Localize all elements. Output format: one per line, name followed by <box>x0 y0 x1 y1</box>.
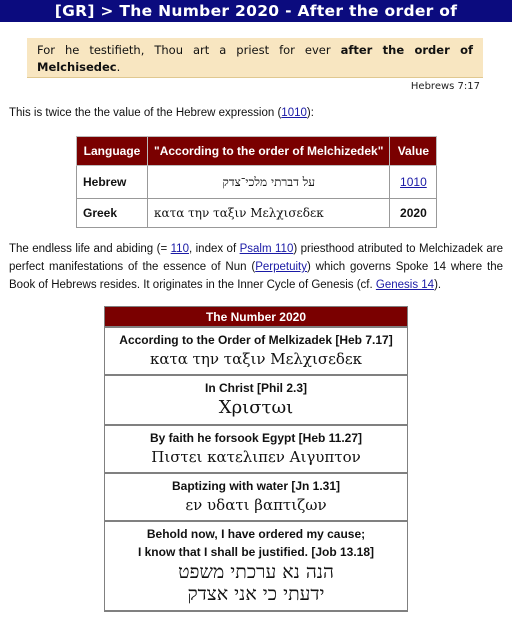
table-row: By faith he forsook Egypt [Heb 11.27] Πι… <box>104 424 408 474</box>
value-cell: 2020 <box>389 198 438 228</box>
table-row: In Christ [Phil 2.3] Χριστωι <box>104 374 408 426</box>
table-row: Hebrew על דברתי מלכי־צדק 1010 <box>76 165 438 199</box>
verse-greek: Πιστει κατελιπεν Αιγυπτον <box>151 448 361 466</box>
verse-cell: Baptizing with water [Jn 1.31] εν υδατι … <box>104 472 408 522</box>
column-header-expression: "According to the order of Melchizedek" <box>146 136 391 166</box>
quote-text: For he testifieth, Thou art a priest for… <box>37 43 341 57</box>
comparison-table: Language "According to the order of Melc… <box>76 136 438 228</box>
link-psalm-110[interactable]: Psalm 110 <box>240 243 294 255</box>
verse-english-line1: Behold now, I have ordered my cause; <box>146 527 366 541</box>
paragraph-text: The endless life and abiding (= <box>9 243 171 255</box>
verse-english: Baptizing with water [Jn 1.31] <box>171 479 341 493</box>
expression-cell: κατα την ταξιν Μελχισεδεκ <box>146 198 391 228</box>
verse-greek: κατα την ταξιν Μελχισεδεκ <box>149 350 363 368</box>
verse-cell: According to the Order of Melkizadek [He… <box>104 326 408 376</box>
number-2020-table: The Number 2020 According to the Order o… <box>104 306 408 612</box>
quote-text-end: . <box>116 60 121 74</box>
table-row: Behold now, I have ordered my cause; I k… <box>104 520 408 612</box>
verse-english: In Christ [Phil 2.3] <box>204 381 307 395</box>
language-cell: Hebrew <box>76 165 148 199</box>
column-header-value: Value <box>389 136 438 166</box>
intro-text-end: ): <box>306 107 314 119</box>
link-genesis-14[interactable]: Genesis 14 <box>376 279 434 291</box>
link-110[interactable]: 110 <box>171 243 189 255</box>
verse-cell: By faith he forsook Egypt [Heb 11.27] Πι… <box>104 424 408 474</box>
paragraph-text: , index of <box>188 243 240 255</box>
column-header-language: Language <box>76 136 148 166</box>
table-row: Greek κατα την ταξιν Μελχισεδεκ 2020 <box>76 198 438 228</box>
expression-cell: על דברתי מלכי־צדק <box>146 165 391 199</box>
verse-cell: In Christ [Phil 2.3] Χριστωι <box>104 374 408 426</box>
verse-hebrew-line2: ידעתי כי אני אצדק <box>187 583 325 605</box>
table-row: According to the Order of Melkizadek [He… <box>104 326 408 376</box>
verse-english-line2: I know that I shall be justified. [Job 1… <box>137 545 375 559</box>
table-header-row: The Number 2020 <box>104 306 408 328</box>
table-title: The Number 2020 <box>104 306 408 328</box>
language-cell: Greek <box>76 198 148 228</box>
verse-greek: εν υδατι βαπτιζων <box>185 496 327 514</box>
verse-english: According to the Order of Melkizadek [He… <box>119 333 393 347</box>
paragraph-text: ). <box>434 279 442 291</box>
verse-english: By faith he forsook Egypt [Heb 11.27] <box>149 431 363 445</box>
value-cell: 1010 <box>389 165 438 199</box>
link-1010[interactable]: 1010 <box>281 107 307 119</box>
intro-paragraph: This is twice the the value of the Hebre… <box>9 107 314 119</box>
quote-reference: Hebrews 7:17 <box>410 81 480 92</box>
scripture-quote-box: For he testifieth, Thou art a priest for… <box>27 38 483 78</box>
table-header-row: Language "According to the order of Melc… <box>76 136 438 166</box>
body-paragraph: The endless life and abiding (= 110, ind… <box>9 240 503 294</box>
table-row: Baptizing with water [Jn 1.31] εν υδατι … <box>104 472 408 522</box>
verse-cell: Behold now, I have ordered my cause; I k… <box>104 520 408 612</box>
intro-text: This is twice the the value of the Hebre… <box>9 107 282 119</box>
value-link-1010[interactable]: 1010 <box>400 175 427 189</box>
verse-hebrew-line1: הנה נא ערכתי משפט <box>178 561 334 583</box>
page-title: [GR] > The Number 2020 - After the order… <box>0 0 512 42</box>
link-perpetuity[interactable]: Perpetuity <box>255 261 307 273</box>
verse-greek: Χριστωι <box>218 397 294 418</box>
